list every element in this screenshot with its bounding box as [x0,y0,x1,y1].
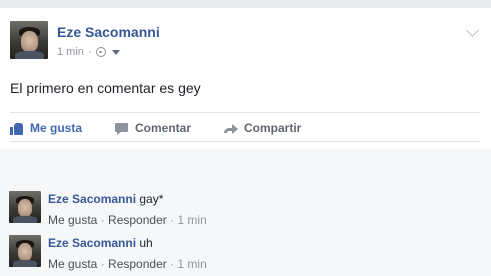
comment-meta: Me gusta · Responder · 1 min [48,257,207,271]
comment-timestamp[interactable]: 1 min [177,257,206,271]
meta-separator: · [166,213,178,227]
share-arrow-icon [224,122,238,135]
divider [10,112,481,113]
comment-author[interactable]: Eze Sacomanni [48,236,136,250]
avatar-shirt [15,51,44,59]
avatar-shirt [13,216,37,223]
comment-text: uh [139,236,153,250]
comment-body: Eze Sacomanni uh [48,236,153,250]
meta-separator: · [97,213,109,227]
comment-bubble-icon [115,122,129,135]
comment-timestamp[interactable]: 1 min [177,213,206,227]
post-meta: 1 min · [57,45,120,59]
comment-author[interactable]: Eze Sacomanni [48,192,136,206]
post-card: Eze Sacomanni 1 min · El primero en come… [0,8,491,276]
comment-like-link[interactable]: Me gusta [48,213,97,227]
avatar-face [18,199,32,217]
comment-button[interactable]: Comentar [115,120,191,136]
comment-reply-link[interactable]: Responder [108,213,167,227]
comment-label: Comentar [135,121,192,135]
thumbs-up-icon [10,122,24,135]
comment-avatar[interactable] [9,191,41,223]
post-timestamp[interactable]: 1 min [57,46,84,58]
comment-avatar[interactable] [9,235,41,267]
avatar-shirt [13,260,37,267]
meta-separator: · [166,257,178,271]
author-avatar[interactable] [10,21,48,59]
avatar-face [18,243,32,261]
share-button[interactable]: Compartir [224,120,301,136]
comment-body: Eze Sacomanni gay* [48,192,163,206]
audience-dropdown-icon[interactable] [111,49,120,55]
comment-meta: Me gusta · Responder · 1 min [48,213,207,227]
post-text: El primero en comentar es gey [10,80,201,96]
post-author-name[interactable]: Eze Sacomanni [57,24,160,40]
meta-separator: · [87,46,92,58]
like-button[interactable]: Me gusta [10,120,82,136]
globe-icon[interactable] [95,47,106,57]
avatar-face [21,31,38,52]
post-options-chevron-icon[interactable] [466,24,479,37]
share-label: Compartir [244,121,302,135]
comment-like-link[interactable]: Me gusta [48,257,97,271]
comments-section: Eze Sacomanni gay* Me gusta · Responder … [0,149,491,276]
meta-separator: · [97,257,109,271]
like-label: Me gusta [30,121,83,135]
comment-reply-link[interactable]: Responder [108,257,167,271]
divider [10,141,481,142]
comment-text: gay* [139,192,164,206]
